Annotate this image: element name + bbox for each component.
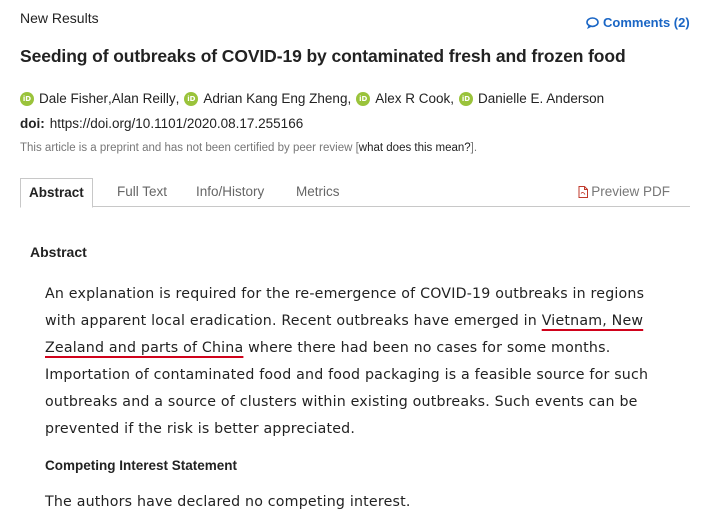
doi-line: doi: https://doi.org/10.1101/2020.08.17.2… — [20, 116, 303, 131]
author-danielle-e-anderson[interactable]: iD Danielle E. Anderson — [459, 91, 604, 106]
highlighted-regions: Vietnam, New — [541, 313, 644, 329]
doi-link[interactable]: https://doi.org/10.1101/2020.08.17.25516… — [50, 116, 303, 131]
what-does-this-mean-link[interactable]: what does this mean? — [359, 142, 471, 154]
author-alan-reilly[interactable]: Alan Reilly — [112, 91, 176, 106]
abstract-heading: Abstract — [30, 244, 87, 260]
author-name[interactable]: Alex R Cook — [375, 91, 450, 106]
tab-abstract[interactable]: Abstract — [20, 178, 93, 208]
author-name[interactable]: Alan Reilly — [112, 91, 176, 106]
pdf-file-icon — [578, 186, 589, 198]
comments-label: Comments (2) — [603, 15, 690, 30]
preview-pdf-label: Preview PDF — [591, 184, 670, 199]
abstract-line: prevented if the risk is better apprecia… — [45, 421, 356, 437]
comments-link[interactable]: Comments (2) — [586, 15, 690, 30]
doi-label: doi: — [20, 116, 45, 131]
orcid-icon[interactable]: iD — [184, 91, 199, 106]
orcid-icon[interactable]: iD — [20, 91, 34, 106]
abstract-line: Importation of contaminated food and foo… — [45, 367, 649, 383]
competing-interest-text: The authors have declared no competing i… — [45, 494, 411, 510]
article-tabs: Abstract Full Text Info/History Metrics … — [20, 178, 690, 208]
abstract-line: An explanation is required for the re-em… — [45, 286, 645, 302]
author-separator: , — [175, 91, 180, 106]
tab-full-text[interactable]: Full Text — [117, 178, 167, 206]
author-adrian-kang-eng-zheng[interactable]: iD Adrian Kang Eng Zheng — [184, 91, 347, 106]
author-name[interactable]: Adrian Kang Eng Zheng — [203, 91, 347, 106]
abstract-text: An explanation is required for the re-em… — [45, 281, 665, 443]
abstract-text-segment: where there had been no cases for some m… — [243, 340, 611, 356]
author-dale-fisher[interactable]: iD Dale Fisher — [20, 91, 108, 106]
competing-interest-heading: Competing Interest Statement — [45, 458, 238, 473]
preview-pdf-link[interactable]: Preview PDF — [578, 178, 670, 206]
abstract-line: with apparent local eradication. Recent … — [45, 308, 665, 335]
abstract-line: Zealand and parts of China where there h… — [45, 335, 665, 362]
orcid-icon[interactable]: iD — [459, 91, 474, 106]
tab-info-history[interactable]: Info/History — [196, 178, 264, 206]
author-name[interactable]: Danielle E. Anderson — [478, 91, 604, 106]
author-name[interactable]: Dale Fisher — [39, 91, 108, 106]
author-separator: , — [450, 91, 455, 106]
author-list: iD Dale Fisher , Alan Reilly , iD Adrian… — [20, 91, 604, 106]
article-title: Seeding of outbreaks of COVID-19 by cont… — [20, 46, 626, 66]
tab-metrics[interactable]: Metrics — [296, 178, 340, 206]
abstract-line: outbreaks and a source of clusters withi… — [45, 394, 638, 410]
highlighted-regions: Zealand and parts of China — [45, 340, 244, 356]
comment-bubble-icon — [586, 16, 599, 29]
orcid-icon[interactable]: iD — [356, 91, 371, 106]
abstract-text-segment: with apparent local eradication. Recent … — [45, 313, 542, 329]
preprint-note-suffix: ]. — [470, 142, 478, 154]
author-alex-r-cook[interactable]: iD Alex R Cook — [356, 91, 450, 106]
author-separator: , — [347, 91, 352, 106]
preprint-note: This article is a preprint and has not b… — [20, 142, 477, 154]
section-label: New Results — [20, 10, 99, 26]
preprint-note-prefix: This article is a preprint and has not b… — [20, 142, 359, 154]
